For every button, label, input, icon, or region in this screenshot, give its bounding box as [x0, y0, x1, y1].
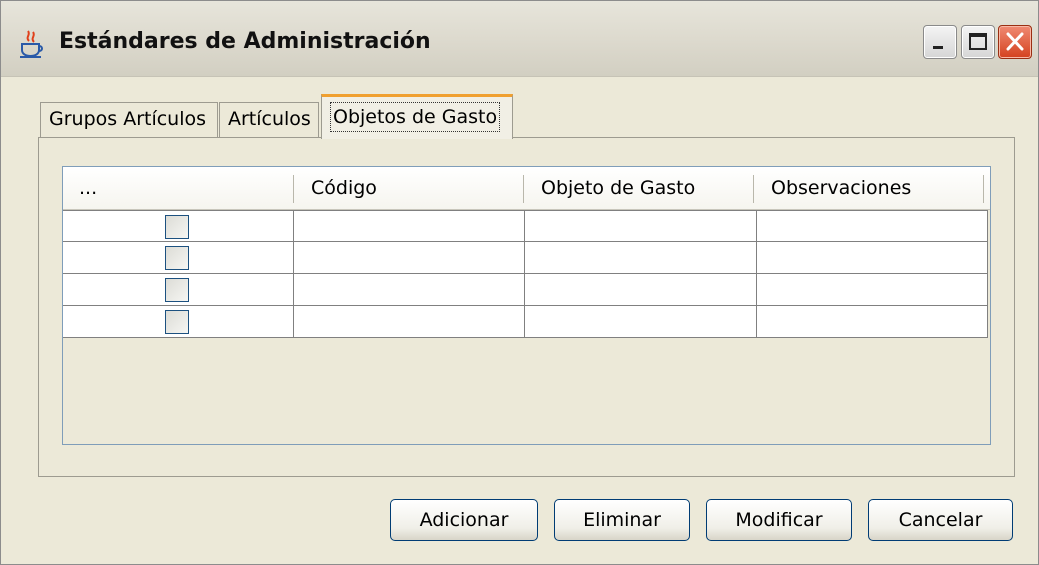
codigo-cell[interactable] — [294, 211, 525, 242]
observaciones-cell[interactable] — [757, 274, 988, 305]
java-coffee-icon — [20, 30, 43, 58]
dialog-window: Estándares de Administración Grupos Artí… — [0, 0, 1039, 565]
select-cell — [63, 211, 294, 242]
column-header-objeto-de-gasto[interactable]: Objeto de Gasto — [525, 167, 753, 209]
codigo-cell[interactable] — [294, 242, 525, 273]
observaciones-cell[interactable] — [757, 242, 988, 273]
table-row[interactable] — [63, 210, 988, 242]
table-row[interactable] — [63, 242, 988, 274]
objeto-cell[interactable] — [525, 211, 757, 242]
column-divider — [293, 175, 294, 203]
column-header-observaciones[interactable]: Observaciones — [755, 167, 983, 209]
minimize-icon — [933, 46, 943, 49]
observaciones-cell[interactable] — [757, 306, 988, 337]
row-checkbox[interactable] — [165, 310, 189, 334]
codigo-cell[interactable] — [294, 274, 525, 305]
close-icon — [1006, 32, 1024, 51]
select-cell — [63, 274, 294, 305]
delete-button[interactable]: Eliminar — [554, 499, 690, 541]
tab-articulos[interactable]: Artículos — [219, 102, 319, 137]
window-title: Estándares de Administración — [59, 29, 431, 54]
tab-label: Grupos Artículos — [49, 108, 207, 130]
maximize-button[interactable] — [961, 25, 995, 59]
column-divider — [983, 175, 984, 203]
observaciones-cell[interactable] — [757, 211, 988, 242]
tab-grupos-articulos[interactable]: Grupos Artículos — [40, 102, 218, 137]
row-checkbox[interactable] — [165, 215, 189, 239]
modify-button[interactable]: Modificar — [706, 499, 852, 541]
column-header-select[interactable]: ... — [63, 167, 293, 209]
minimize-button[interactable] — [923, 25, 957, 59]
select-cell — [63, 242, 294, 273]
maximize-icon — [969, 33, 987, 50]
objetos-gasto-table[interactable]: ... Código Objeto de Gasto Observaciones — [62, 166, 991, 445]
objeto-cell[interactable] — [525, 306, 757, 337]
cancel-button[interactable]: Cancelar — [868, 499, 1013, 541]
table-body — [63, 210, 990, 338]
tab-label: Objetos de Gasto — [330, 102, 501, 132]
table-row[interactable] — [63, 306, 988, 338]
close-button[interactable] — [998, 25, 1032, 59]
column-divider — [523, 175, 524, 203]
title-bar[interactable]: Estándares de Administración — [1, 1, 1038, 77]
codigo-cell[interactable] — [294, 306, 525, 337]
column-header-codigo[interactable]: Código — [295, 167, 523, 209]
add-button[interactable]: Adicionar — [390, 499, 538, 541]
tab-objetos-de-gasto[interactable]: Objetos de Gasto — [321, 94, 513, 139]
select-cell — [63, 306, 294, 337]
objeto-cell[interactable] — [525, 242, 757, 273]
row-checkbox[interactable] — [165, 246, 189, 270]
table-header: ... Código Objeto de Gasto Observaciones — [63, 167, 990, 210]
tab-label: Artículos — [228, 108, 311, 130]
row-checkbox[interactable] — [165, 278, 189, 302]
column-divider — [753, 175, 754, 203]
table-row[interactable] — [63, 274, 988, 306]
objeto-cell[interactable] — [525, 274, 757, 305]
